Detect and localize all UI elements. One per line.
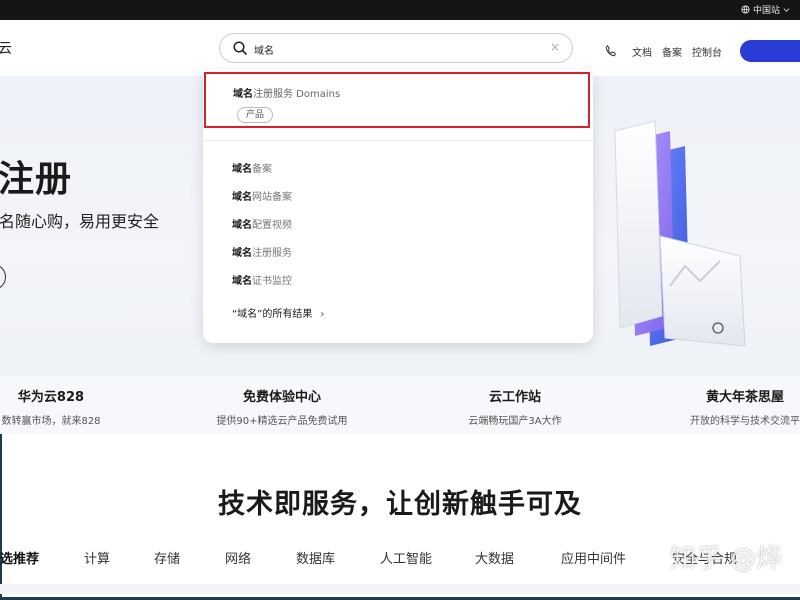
divider xyxy=(203,140,593,141)
suggestion-item[interactable]: 域名网站备案 xyxy=(232,188,292,203)
tab-compute[interactable]: 计算 xyxy=(84,548,110,567)
promo-strip: 华为云828 数转赢市场，就来828 免费体验中心 提供90+精选云产品免费试用… xyxy=(0,376,800,434)
tab-storage[interactable]: 存储 xyxy=(154,548,180,567)
chevron-down-icon xyxy=(783,8,790,12)
header-nav: 文档 备案 控制台 xyxy=(604,40,800,62)
all-results-link[interactable]: “域名”的所有结果 › xyxy=(232,305,324,320)
nav-link-docs[interactable]: 文档 xyxy=(632,44,652,59)
chevron-right-icon: › xyxy=(320,309,325,320)
top-result-text: 注册服务 Domains xyxy=(253,89,341,100)
promo-item-cloud-workstation[interactable]: 云工作站 云端畅玩国产3A大作 xyxy=(445,386,585,427)
search-icon[interactable] xyxy=(232,40,248,56)
hero-title: 注册 xyxy=(0,159,73,200)
suggestion-item[interactable]: 域名证书监控 xyxy=(232,272,292,287)
suggestion-item[interactable]: 域名配置视频 xyxy=(232,216,292,231)
phone-icon[interactable] xyxy=(604,44,618,58)
tab-database[interactable]: 数据库 xyxy=(296,548,335,567)
card-row-edge xyxy=(0,584,800,594)
search-input[interactable] xyxy=(252,38,546,60)
hero-illustration xyxy=(614,120,746,347)
product-badge: 产品 xyxy=(237,107,274,123)
tab-bigdata[interactable]: 大数据 xyxy=(475,548,514,567)
nav-link-console[interactable]: 控制台 xyxy=(692,44,722,59)
search-suggestions-dropdown: 域名注册服务 Domains 产品 域名备案 域名网站备案 域名配置视频 域名注… xyxy=(203,70,593,343)
hero-subtitle: 名随心购，易用更安全 xyxy=(0,212,160,231)
promo-item-tea-house[interactable]: 黄大年茶思屋 开放的科学与技术交流平 xyxy=(680,386,800,427)
promo-item-828[interactable]: 华为云828 数转赢市场，就来828 xyxy=(0,386,106,427)
top-result-domains[interactable]: 域名注册服务 Domains 产品 xyxy=(204,72,590,128)
section-title: 技术即服务，让创新触手可及 xyxy=(218,489,582,520)
tab-middleware[interactable]: 应用中间件 xyxy=(561,548,626,567)
watermark: 知乎 @烨 xyxy=(670,544,783,574)
region-selector[interactable]: 中国站 xyxy=(741,3,790,16)
search-bar[interactable]: × xyxy=(219,33,573,63)
tab-recommended[interactable]: 选推荐 xyxy=(0,548,39,567)
header-cta-button[interactable] xyxy=(740,40,800,62)
tab-ai[interactable]: 人工智能 xyxy=(380,548,432,567)
hero-button-circle[interactable] xyxy=(0,264,6,290)
nav-link-filing[interactable]: 备案 xyxy=(662,44,682,59)
window-top-bar: 中国站 xyxy=(0,0,800,20)
logo[interactable]: 云 xyxy=(0,38,12,58)
tab-network[interactable]: 网络 xyxy=(225,548,251,567)
clear-icon[interactable]: × xyxy=(550,40,560,54)
globe-icon xyxy=(741,5,750,14)
promo-item-free-trial[interactable]: 免费体验中心 提供90+精选云产品免费试用 xyxy=(202,386,362,427)
suggestion-item[interactable]: 域名备案 xyxy=(232,160,272,175)
top-result-highlight: 域名 xyxy=(233,89,253,100)
region-label: 中国站 xyxy=(752,6,780,16)
suggestion-item[interactable]: 域名注册服务 xyxy=(232,244,292,259)
